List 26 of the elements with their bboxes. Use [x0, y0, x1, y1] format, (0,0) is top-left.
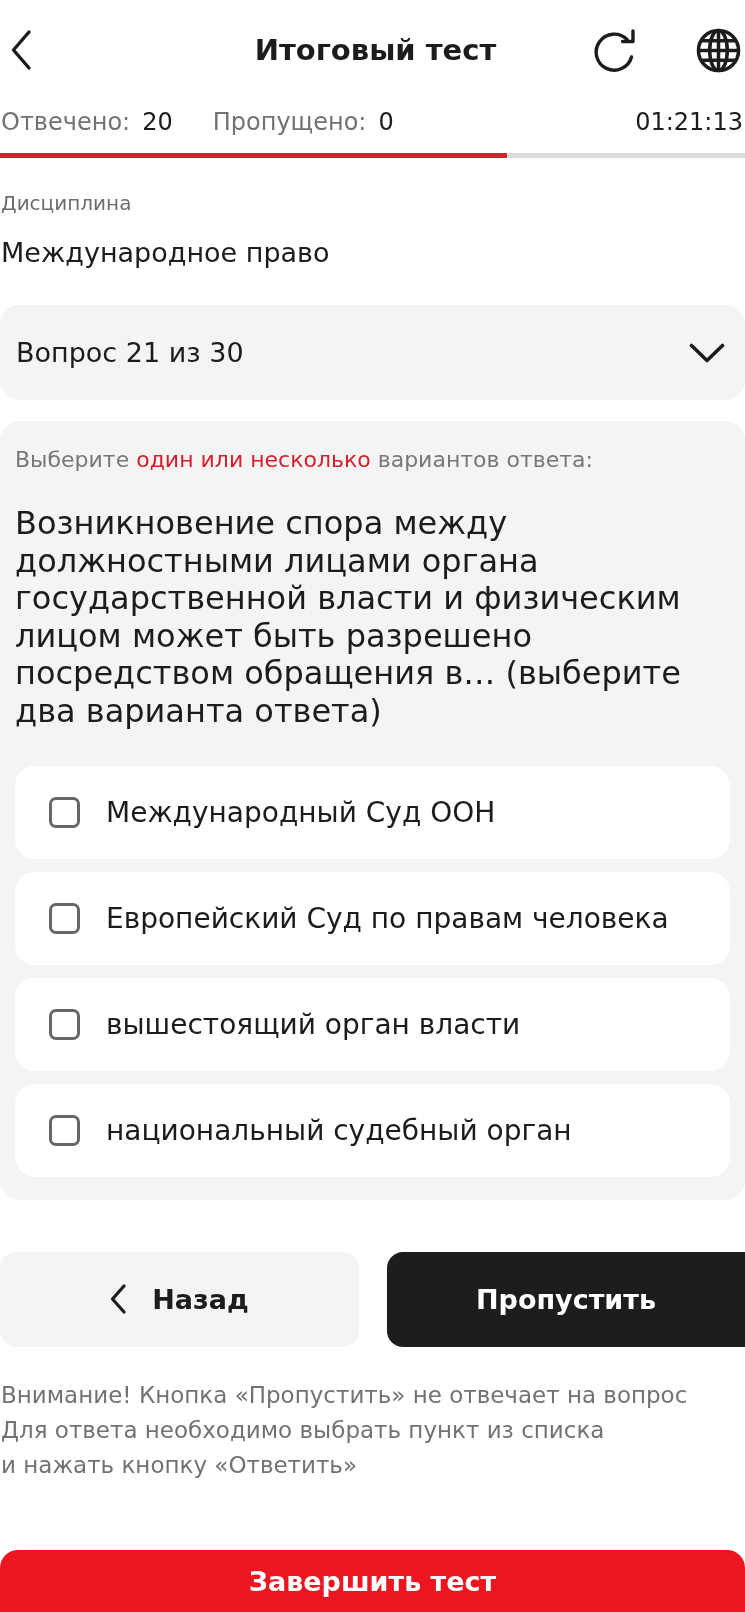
chevron-left-icon — [110, 1284, 127, 1315]
notice-text: Внимание! Кнопка «Пропустить» не отвечает на вопрос Для ответа необходимо выбрать пункт из списка и нажать кнопку «Ответить» — [0, 1380, 689, 1480]
answer-option[interactable]: национальный судебный орган — [15, 1083, 730, 1177]
answer-option[interactable]: Европейский Суд по правам человека — [15, 871, 730, 965]
question-text: Возникновение спора между должностными лицами органа государственной власти и физическим лицом может быть разрешено посредством обращения в… (выберите два варианта ответа) — [15, 505, 682, 731]
discipline-name: Международное право — [0, 236, 331, 270]
checkbox[interactable] — [49, 1114, 80, 1146]
skipped-count: 0 — [378, 108, 394, 136]
skipped-label: Пропущено: — [212, 108, 367, 136]
answer-option[interactable]: Международный Суд ООН — [15, 765, 730, 859]
answered-count: 20 — [142, 108, 173, 136]
chevron-left-icon[interactable] — [10, 29, 32, 71]
discipline-label: Дисциплина — [0, 191, 133, 215]
question-dropdown[interactable]: Вопрос 21 из 30 — [0, 305, 745, 400]
checkbox[interactable] — [49, 902, 80, 934]
instruction-text: Выберите один или несколько вариантов ответа: — [15, 446, 594, 474]
answered-label: Отвечено: — [1, 108, 131, 136]
page-title: Итоговый тест — [254, 33, 497, 67]
checkbox[interactable] — [49, 1008, 80, 1040]
back-button[interactable]: Назад — [0, 1251, 359, 1347]
checkbox[interactable] — [49, 796, 80, 828]
answer-option[interactable]: вышестоящий орган власти — [15, 977, 730, 1071]
skip-button[interactable]: Пропустить — [387, 1251, 745, 1347]
finish-test-button[interactable]: Завершить тест — [0, 1550, 745, 1612]
globe-icon[interactable] — [696, 27, 741, 73]
timer: 01:21:13 — [635, 108, 743, 136]
